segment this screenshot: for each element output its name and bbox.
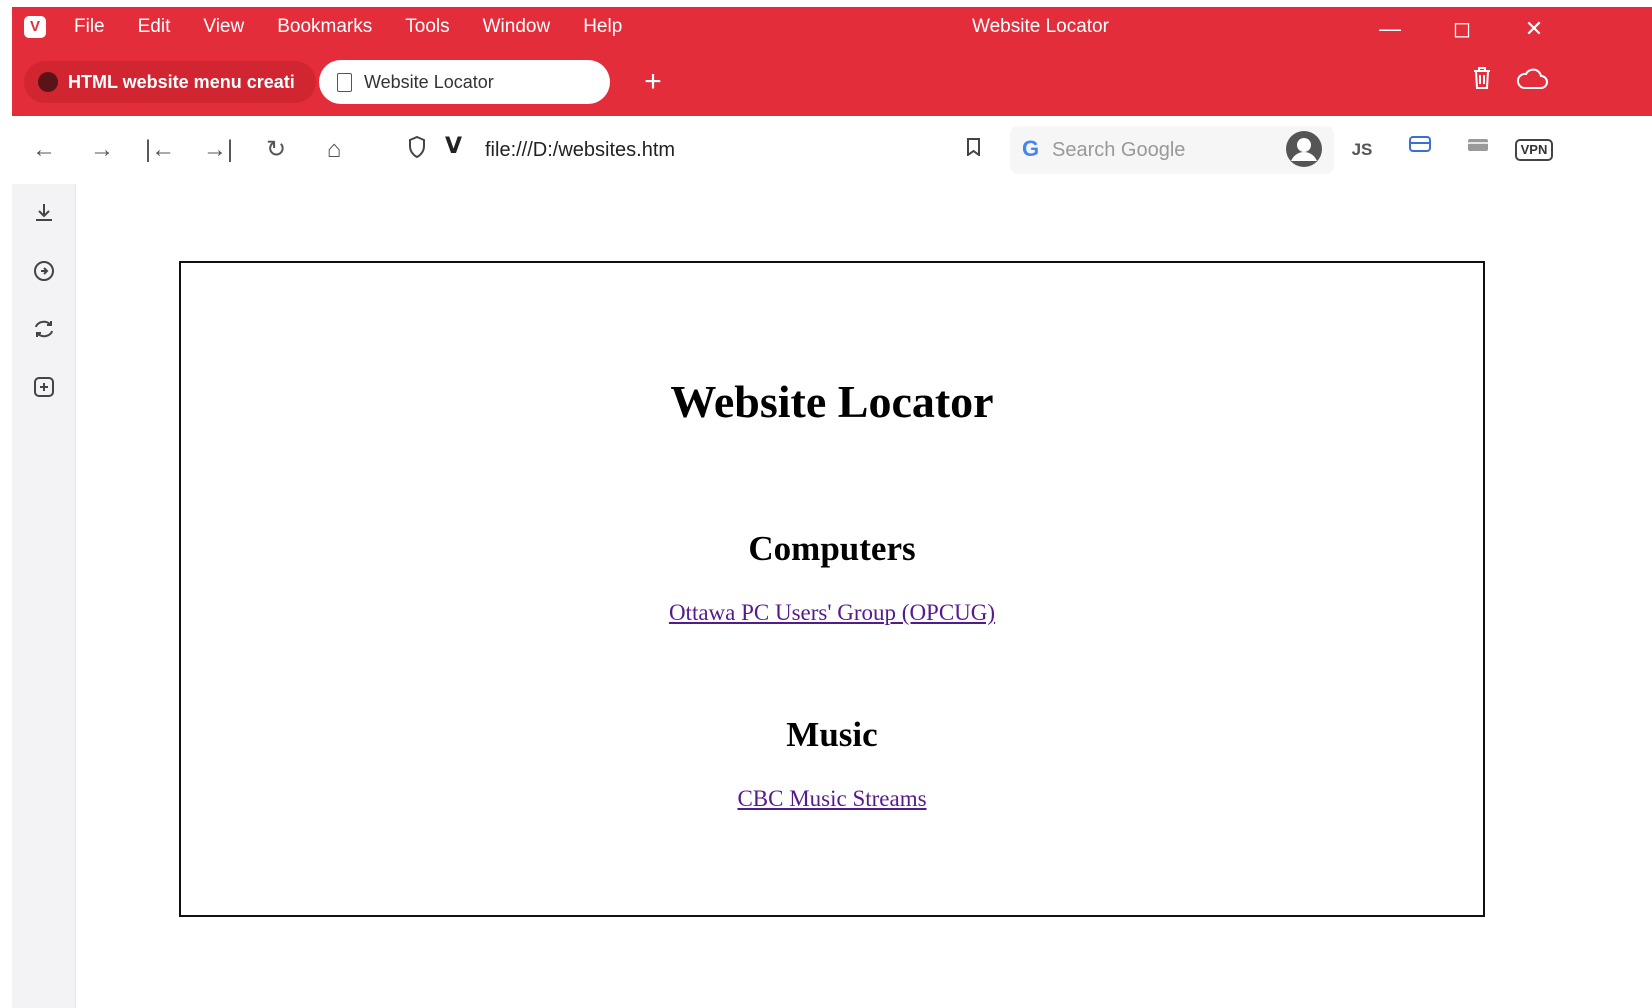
link-opcug[interactable]: Ottawa PC Users' Group (OPCUG) xyxy=(669,600,995,625)
profile-avatar-icon[interactable] xyxy=(1284,130,1324,170)
add-panel-icon[interactable] xyxy=(24,372,64,412)
site-favicon-icon xyxy=(38,72,58,92)
minimize-icon[interactable]: — xyxy=(1360,7,1420,47)
url-input[interactable] xyxy=(485,132,925,168)
vpn-label: VPN xyxy=(1514,139,1554,161)
fast-forward-icon[interactable]: →| xyxy=(198,130,238,170)
js-toggle[interactable]: JS xyxy=(1342,130,1382,170)
extension-icon[interactable] xyxy=(1400,130,1440,170)
tab-label: Website Locator xyxy=(364,71,494,92)
menu-file[interactable]: File xyxy=(74,7,105,47)
window-title: Website Locator xyxy=(972,16,1109,37)
wallet-icon[interactable] xyxy=(1458,130,1498,170)
address-field[interactable]: V xyxy=(390,126,994,174)
side-panel xyxy=(12,184,76,1008)
title-and-tab-bar: V File Edit View Bookmarks Tools Window … xyxy=(12,7,1652,116)
google-icon: G xyxy=(1022,136,1040,161)
page-title: Website Locator xyxy=(670,376,994,427)
link-container: CBC Music Streams xyxy=(181,786,1483,812)
home-icon[interactable]: ⌂ xyxy=(314,130,354,170)
close-icon[interactable]: ✕ xyxy=(1504,7,1564,47)
sync-icon[interactable] xyxy=(24,314,64,354)
link-cbc-music[interactable]: CBC Music Streams xyxy=(737,786,926,811)
menu-tools[interactable]: Tools xyxy=(405,7,449,47)
bookmark-icon[interactable] xyxy=(967,138,980,156)
new-tab-button[interactable]: + xyxy=(632,61,674,103)
rewind-icon[interactable]: |← xyxy=(140,130,180,170)
downloads-icon[interactable] xyxy=(24,198,64,238)
menu-bar: V File Edit View Bookmarks Tools Window … xyxy=(12,7,1652,47)
menu-window[interactable]: Window xyxy=(483,7,551,47)
tab-bar: HTML website menu creati Website Locator… xyxy=(12,57,1652,107)
section-heading-music: Music xyxy=(786,715,878,754)
menu-items: File Edit View Bookmarks Tools Window He… xyxy=(74,7,655,47)
tab-html-website-menu[interactable]: HTML website menu creati xyxy=(24,61,316,103)
back-arrow-icon[interactable]: ← xyxy=(24,130,64,170)
link-container: Ottawa PC Users' Group (OPCUG) xyxy=(181,600,1483,626)
menu-edit[interactable]: Edit xyxy=(138,7,171,47)
vivaldi-v-icon: V xyxy=(445,134,463,159)
forward-arrow-icon[interactable]: → xyxy=(82,130,122,170)
tab-website-locator[interactable]: Website Locator xyxy=(319,60,610,104)
vivaldi-logo-icon[interactable]: V xyxy=(24,16,46,38)
web-page-content: Website Locator Computers Ottawa PC User… xyxy=(76,184,1652,1008)
history-icon[interactable] xyxy=(24,256,64,296)
tab-label: HTML website menu creati xyxy=(68,71,295,92)
menu-view[interactable]: View xyxy=(203,7,244,47)
menu-help[interactable]: Help xyxy=(583,7,622,47)
menu-bookmarks[interactable]: Bookmarks xyxy=(277,7,372,47)
cloud-sync-icon[interactable] xyxy=(1512,63,1552,103)
section-heading-computers: Computers xyxy=(748,529,916,568)
search-input[interactable] xyxy=(1052,132,1322,168)
browser-window: V File Edit View Bookmarks Tools Window … xyxy=(12,7,1652,1008)
shield-icon[interactable] xyxy=(408,136,426,158)
reload-icon[interactable]: ↻ xyxy=(256,130,296,170)
trash-icon[interactable] xyxy=(1462,63,1502,103)
address-toolbar: ← → |← →| ↻ ⌂ V G JS VPN xyxy=(12,116,1652,185)
page-bordered-box: Website Locator Computers Ottawa PC User… xyxy=(179,261,1485,917)
vpn-button[interactable]: VPN xyxy=(1510,130,1558,170)
document-icon xyxy=(337,72,352,92)
maximize-icon[interactable]: ◻ xyxy=(1432,7,1492,47)
